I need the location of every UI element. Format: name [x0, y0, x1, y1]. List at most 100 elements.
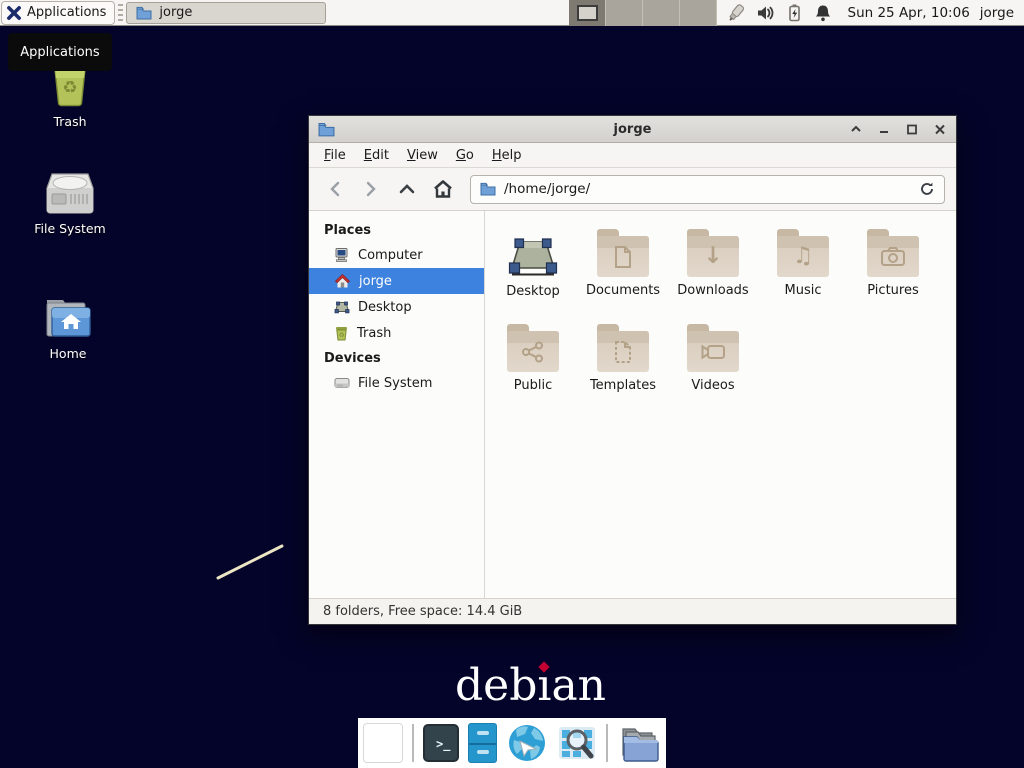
- workspace-2[interactable]: [606, 0, 643, 26]
- camera-icon: [880, 246, 906, 268]
- forward-icon[interactable]: [356, 174, 386, 204]
- path-text[interactable]: /home/jorge/: [504, 181, 911, 197]
- folder-icon: ♫: [777, 236, 829, 277]
- desktop-icon-label: File System: [34, 221, 106, 236]
- home-icon: [43, 297, 93, 339]
- path-folder-icon: [480, 182, 496, 196]
- folder-item-label: Templates: [590, 378, 656, 393]
- workspace-3[interactable]: [643, 0, 680, 26]
- folder-icon: [687, 331, 739, 372]
- sidebar: Places Computer: [309, 211, 485, 598]
- desktop-icon-file-system[interactable]: File System: [15, 172, 125, 236]
- status-text: 8 folders, Free space: 14.4 GiB: [323, 604, 522, 619]
- folder-item-templates[interactable]: Templates: [578, 318, 668, 409]
- stylus-icon[interactable]: [725, 2, 747, 24]
- folder-item-music[interactable]: ♫ Music: [758, 223, 848, 314]
- dock-separator: [412, 724, 414, 762]
- workspace-window-thumb: [577, 5, 598, 21]
- titlebar[interactable]: jorge: [309, 116, 956, 143]
- drive-mini-icon: [334, 376, 350, 390]
- desktop-icon-label: Trash: [53, 114, 86, 129]
- sidebar-item-desktop[interactable]: Desktop: [309, 294, 484, 320]
- folder-icon: [597, 331, 649, 372]
- panel-username[interactable]: jorge: [980, 5, 1014, 21]
- volume-icon[interactable]: [754, 2, 776, 24]
- up-icon[interactable]: [392, 174, 422, 204]
- sidebar-item-file-system[interactable]: File System: [309, 370, 484, 396]
- music-notes-icon: ♫: [793, 245, 814, 268]
- debian-logo-i: ı: [537, 660, 551, 711]
- debian-logo: debıan: [455, 660, 606, 711]
- menu-view[interactable]: View: [398, 145, 447, 166]
- shade-icon[interactable]: [849, 122, 863, 136]
- sidebar-item-label: File System: [358, 376, 432, 391]
- folder-icon: [597, 236, 649, 277]
- terminal-icon[interactable]: >_: [423, 724, 460, 762]
- top-panel: Applications jorge: [0, 0, 1024, 26]
- desktop-icon-label: Home: [50, 346, 87, 361]
- applications-menu-label: Applications: [27, 5, 106, 20]
- download-arrow-icon: ↓: [703, 245, 722, 268]
- path-bar[interactable]: /home/jorge/: [470, 175, 945, 204]
- folder-icon: [136, 6, 152, 20]
- debian-logo-text-2: an: [551, 660, 606, 711]
- trash-mini-icon: ♻: [334, 325, 349, 341]
- maximize-icon[interactable]: [905, 122, 919, 136]
- home-nav-icon[interactable]: [428, 174, 458, 204]
- show-desktop-icon[interactable]: [363, 723, 403, 763]
- sidebar-item-computer[interactable]: Computer: [309, 242, 484, 268]
- dock: >_: [358, 718, 666, 768]
- folder-item-downloads[interactable]: ↓ Downloads: [668, 223, 758, 314]
- dock-separator: [606, 724, 608, 762]
- folder-item-label: Public: [514, 378, 552, 393]
- minimize-icon[interactable]: [877, 122, 891, 136]
- menu-help[interactable]: Help: [483, 145, 531, 166]
- file-view[interactable]: Desktop Documents: [485, 211, 956, 598]
- folder-item-label: Documents: [586, 283, 660, 298]
- file-manager-icon[interactable]: [468, 723, 497, 763]
- folder-item-documents[interactable]: Documents: [578, 223, 668, 314]
- home-house-icon: [334, 273, 351, 289]
- document-glyph-icon: [613, 245, 633, 269]
- taskbar-window-button[interactable]: jorge: [126, 2, 326, 24]
- folder-item-desktop[interactable]: Desktop: [488, 223, 578, 314]
- panel-handle[interactable]: [118, 4, 123, 22]
- back-icon[interactable]: [320, 174, 350, 204]
- desktop-icon-home[interactable]: Home: [13, 297, 123, 361]
- sidebar-item-label: Computer: [358, 248, 423, 263]
- menubar: File Edit View Go Help: [309, 143, 956, 168]
- panel-clock[interactable]: Sun 25 Apr, 10:06: [848, 5, 970, 21]
- video-camera-icon: [700, 342, 726, 362]
- folder-item-public[interactable]: Public: [488, 318, 578, 409]
- applications-menu-button[interactable]: Applications: [1, 1, 115, 25]
- template-doc-icon: [613, 340, 633, 364]
- notification-bell-icon[interactable]: [812, 2, 834, 24]
- menu-file[interactable]: File: [315, 145, 355, 166]
- folder-item-pictures[interactable]: Pictures: [848, 223, 938, 314]
- folder-item-label: Videos: [691, 378, 734, 393]
- sidebar-header-places: Places: [309, 218, 484, 242]
- workspace-1[interactable]: [569, 0, 606, 26]
- dock-folder-icon[interactable]: [617, 723, 661, 763]
- applications-tooltip: Applications: [8, 33, 112, 71]
- desktop-mini-icon: [334, 299, 350, 315]
- refresh-icon[interactable]: [919, 181, 935, 197]
- web-browser-icon[interactable]: [506, 722, 548, 764]
- svg-text:♻: ♻: [339, 331, 345, 339]
- sidebar-item-trash[interactable]: ♻ Trash: [309, 320, 484, 346]
- app-finder-icon[interactable]: [557, 723, 597, 763]
- workspace-4[interactable]: [680, 0, 717, 26]
- toolbar: /home/jorge/: [309, 168, 956, 211]
- menu-edit[interactable]: Edit: [355, 145, 398, 166]
- xfce-x-icon: [6, 5, 22, 21]
- battery-charging-icon[interactable]: [783, 2, 805, 24]
- workspace-switcher[interactable]: [569, 0, 717, 26]
- taskbar-window-label: jorge: [159, 5, 192, 20]
- menu-go[interactable]: Go: [447, 145, 483, 166]
- folder-item-label: Pictures: [867, 283, 918, 298]
- folder-item-label: Desktop: [506, 284, 560, 299]
- sidebar-item-jorge[interactable]: jorge: [309, 268, 484, 294]
- folder-item-videos[interactable]: Videos: [668, 318, 758, 409]
- close-icon[interactable]: [933, 122, 947, 136]
- desktop-special-icon: [507, 232, 559, 278]
